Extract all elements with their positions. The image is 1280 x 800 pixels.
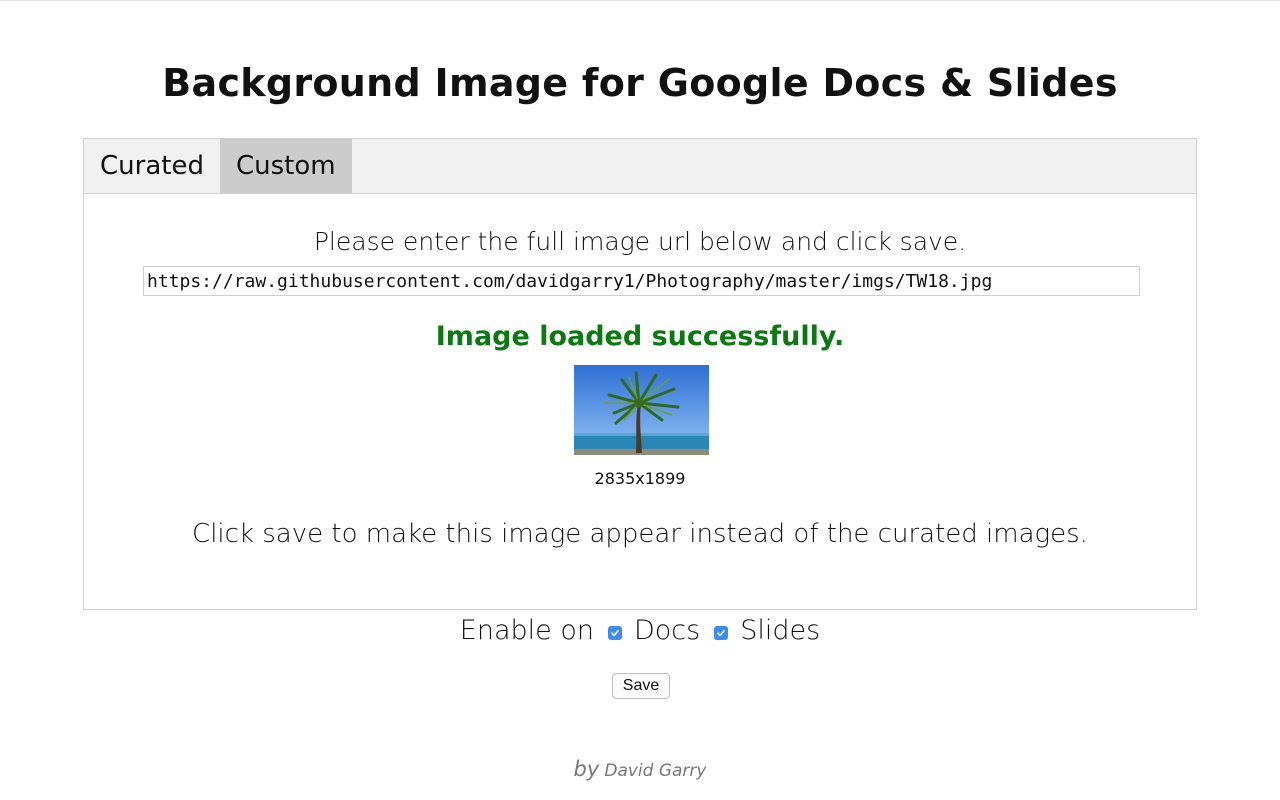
enable-label: Enable on (459, 615, 594, 646)
docs-checkbox[interactable] (607, 625, 622, 640)
tab-curated[interactable]: Curated (84, 139, 220, 193)
footer-by: by (573, 757, 600, 781)
image-preview (574, 365, 709, 455)
tab-custom[interactable]: Custom (219, 139, 352, 193)
settings-panel: Curated Custom Please enter the full ima… (83, 138, 1197, 610)
page-title: Background Image for Google Docs & Slide… (162, 61, 1118, 105)
slides-label: Slides (740, 615, 821, 646)
image-dimensions: 2835x1899 (594, 469, 686, 488)
checkmark-icon (611, 629, 619, 636)
status-message: Image loaded successfully. (435, 321, 845, 352)
image-url-input[interactable] (143, 266, 1140, 296)
footer-credit: by David Garry (0, 757, 1280, 781)
save-button[interactable]: Save (612, 673, 670, 699)
save-note: Click save to make this image appear ins… (192, 519, 1088, 549)
checkmark-icon (717, 629, 726, 636)
enable-row: Enable on Docs Slides (0, 615, 1280, 646)
docs-label: Docs (633, 615, 701, 646)
slides-checkbox[interactable] (714, 625, 729, 640)
footer-author: David Garry (604, 761, 707, 781)
instruction-text: Please enter the full image url below an… (313, 227, 967, 256)
tab-bar: Curated Custom (84, 139, 1196, 194)
